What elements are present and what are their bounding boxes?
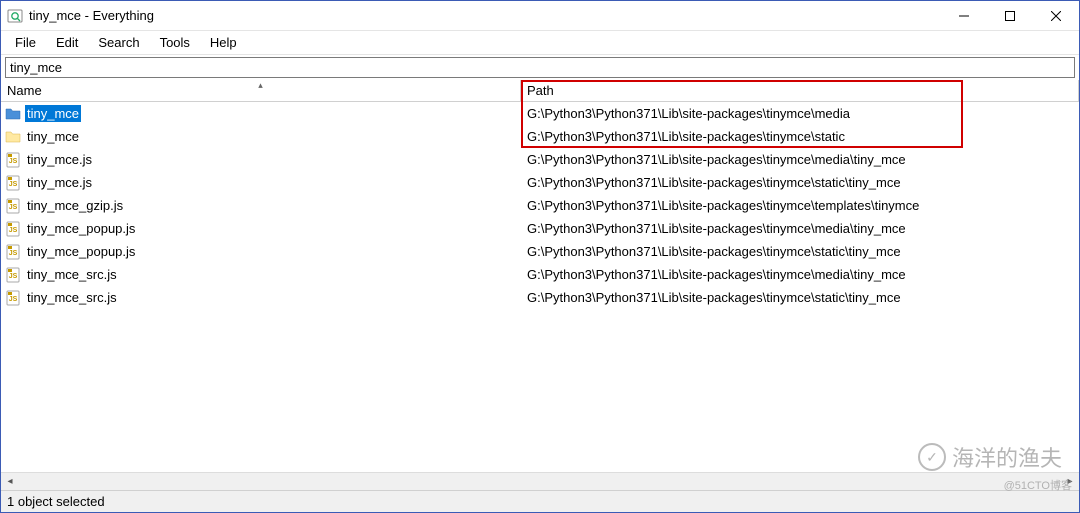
result-name-cell[interactable]: JS tiny_mce_popup.js [1, 243, 521, 260]
svg-text:JS: JS [9, 227, 18, 234]
result-name-label: tiny_mce_src.js [25, 289, 119, 306]
result-name-label: tiny_mce [25, 105, 81, 122]
menubar: File Edit Search Tools Help [1, 31, 1079, 55]
close-button[interactable] [1033, 1, 1079, 30]
scroll-track[interactable] [19, 473, 1061, 490]
result-row[interactable]: JS tiny_mce.js G:\Python3\Python371\Lib\si… [1, 148, 1079, 171]
result-name-label: tiny_mce.js [25, 151, 94, 168]
window-title: tiny_mce - Everything [29, 8, 941, 23]
svg-text:JS: JS [9, 273, 18, 280]
column-header-path[interactable]: Path [521, 80, 1079, 101]
result-name-cell[interactable]: JS tiny_mce_gzip.js [1, 197, 521, 214]
js-file-icon: JS [5, 267, 21, 283]
minimize-button[interactable] [941, 1, 987, 30]
result-name-label: tiny_mce_popup.js [25, 243, 137, 260]
result-row[interactable]: JS tiny_mce_gzip.js G:\Python3\Python371\L… [1, 194, 1079, 217]
folder-icon [5, 129, 21, 145]
scroll-right-icon[interactable]: ▸ [1061, 473, 1079, 490]
result-path-cell[interactable]: G:\Python3\Python371\Lib\site-packages\t… [521, 175, 1079, 190]
result-name-label: tiny_mce_src.js [25, 266, 119, 283]
js-file-icon: JS [5, 152, 21, 168]
result-row[interactable]: JS tiny_mce_src.js G:\Python3\Python371\Li… [1, 286, 1079, 309]
results-header: Name ▴ Path [1, 80, 1079, 102]
sort-indicator-icon: ▴ [258, 80, 263, 91]
statusbar: 1 object selected [1, 490, 1079, 512]
menu-file[interactable]: File [5, 32, 46, 53]
search-bar [1, 55, 1079, 80]
column-header-name[interactable]: Name ▴ [1, 80, 521, 101]
scroll-left-icon[interactable]: ◂ [1, 473, 19, 490]
result-row[interactable]: tiny_mce G:\Python3\Python371\Lib\site-pa… [1, 102, 1079, 125]
maximize-button[interactable] [987, 1, 1033, 30]
js-file-icon: JS [5, 244, 21, 260]
svg-text:JS: JS [9, 181, 18, 188]
result-path-cell[interactable]: G:\Python3\Python371\Lib\site-packages\t… [521, 221, 1079, 236]
status-text: 1 object selected [7, 494, 105, 509]
result-row[interactable]: JS tiny_mce.js G:\Python3\Python371\Lib\si… [1, 171, 1079, 194]
result-path-cell[interactable]: G:\Python3\Python371\Lib\site-packages\t… [521, 152, 1079, 167]
result-name-cell[interactable]: JS tiny_mce_src.js [1, 266, 521, 283]
svg-text:JS: JS [9, 204, 18, 211]
result-name-label: tiny_mce [25, 128, 81, 145]
menu-tools[interactable]: Tools [150, 32, 200, 53]
result-path-cell[interactable]: G:\Python3\Python371\Lib\site-packages\t… [521, 290, 1079, 305]
column-path-label: Path [527, 83, 554, 98]
folder-icon [5, 106, 21, 122]
result-row[interactable]: JS tiny_mce_src.js G:\Python3\Python371\Li… [1, 263, 1079, 286]
result-row[interactable]: tiny_mce G:\Python3\Python371\Lib\site-pa… [1, 125, 1079, 148]
result-name-cell[interactable]: JS tiny_mce.js [1, 174, 521, 191]
result-name-cell[interactable]: JS tiny_mce_src.js [1, 289, 521, 306]
result-path-cell[interactable]: G:\Python3\Python371\Lib\site-packages\t… [521, 129, 1079, 144]
app-icon [7, 8, 23, 24]
js-file-icon: JS [5, 290, 21, 306]
search-input[interactable] [5, 57, 1075, 78]
js-file-icon: JS [5, 198, 21, 214]
svg-text:JS: JS [9, 296, 18, 303]
result-row[interactable]: JS tiny_mce_popup.js G:\Python3\Python371\… [1, 240, 1079, 263]
results-list[interactable]: tiny_mce G:\Python3\Python371\Lib\site-pa… [1, 102, 1079, 472]
app-window: tiny_mce - Everything File Edit Search T… [0, 0, 1080, 513]
result-path-cell[interactable]: G:\Python3\Python371\Lib\site-packages\t… [521, 198, 1079, 213]
menu-help[interactable]: Help [200, 32, 247, 53]
menu-search[interactable]: Search [88, 32, 149, 53]
result-name-cell[interactable]: tiny_mce [1, 105, 521, 122]
window-controls [941, 1, 1079, 30]
menu-edit[interactable]: Edit [46, 32, 88, 53]
result-path-cell[interactable]: G:\Python3\Python371\Lib\site-packages\t… [521, 244, 1079, 259]
result-name-cell[interactable]: JS tiny_mce_popup.js [1, 220, 521, 237]
result-name-cell[interactable]: tiny_mce [1, 128, 521, 145]
titlebar[interactable]: tiny_mce - Everything [1, 1, 1079, 31]
result-row[interactable]: JS tiny_mce_popup.js G:\Python3\Python371\… [1, 217, 1079, 240]
svg-text:JS: JS [9, 250, 18, 257]
svg-text:JS: JS [9, 158, 18, 165]
js-file-icon: JS [5, 221, 21, 237]
result-name-label: tiny_mce_gzip.js [25, 197, 125, 214]
results-container: Name ▴ Path tiny_mce G:\Python3\Python371… [1, 80, 1079, 490]
result-name-label: tiny_mce.js [25, 174, 94, 191]
js-file-icon: JS [5, 175, 21, 191]
horizontal-scrollbar[interactable]: ◂ ▸ [1, 472, 1079, 490]
result-path-cell[interactable]: G:\Python3\Python371\Lib\site-packages\t… [521, 106, 1079, 121]
result-name-label: tiny_mce_popup.js [25, 220, 137, 237]
result-name-cell[interactable]: JS tiny_mce.js [1, 151, 521, 168]
column-name-label: Name [7, 83, 42, 98]
result-path-cell[interactable]: G:\Python3\Python371\Lib\site-packages\t… [521, 267, 1079, 282]
